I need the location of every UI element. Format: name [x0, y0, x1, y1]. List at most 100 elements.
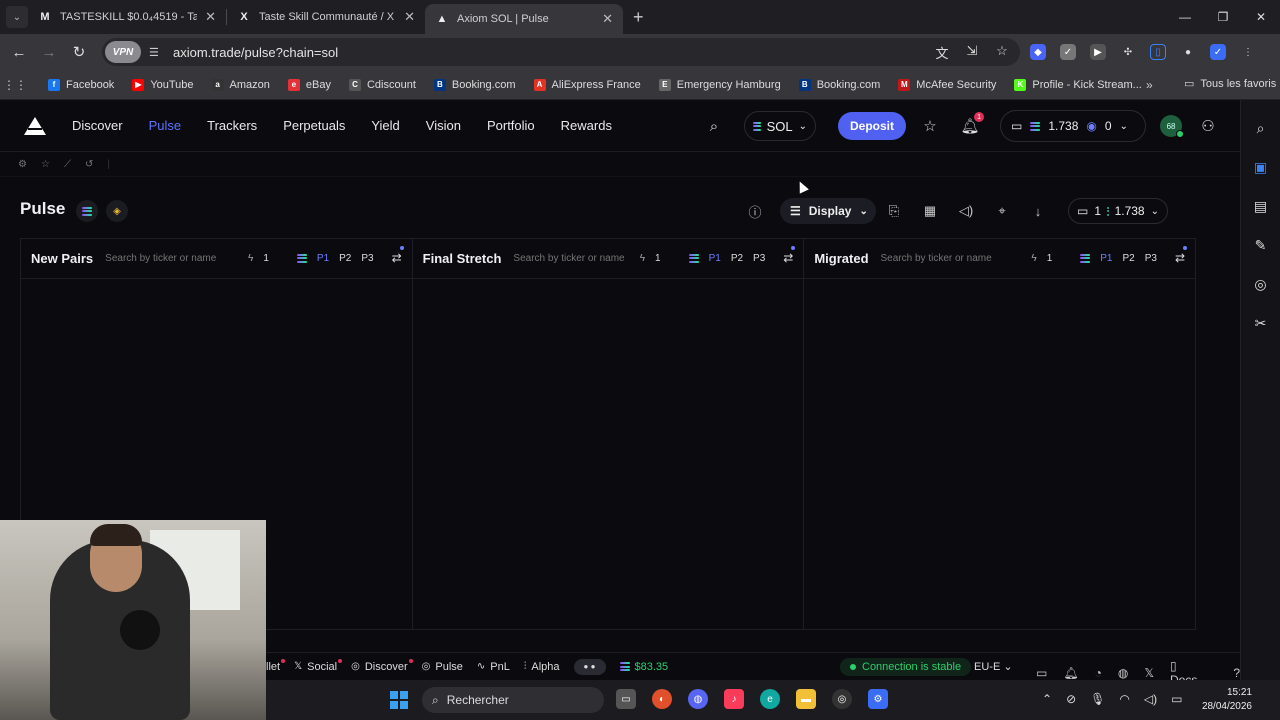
- bookmark-item[interactable]: A AliExpress France: [533, 78, 641, 91]
- all-bookmarks-button[interactable]: ▭ Tous les favoris: [1184, 77, 1276, 91]
- bookmark-item[interactable]: B Booking.com: [798, 78, 880, 91]
- outlook-icon[interactable]: ▤: [1254, 198, 1267, 215]
- apps-grid-icon[interactable]: ⋮⋮: [0, 78, 30, 92]
- solana-chain-chip[interactable]: [76, 200, 98, 222]
- deposit-button[interactable]: Deposit: [838, 112, 907, 140]
- brave-browser-icon[interactable]: ◐: [652, 689, 672, 709]
- browser-tab-3-active[interactable]: ▲ Axiom SOL | Pulse ✕: [425, 4, 623, 34]
- chat-icon[interactable]: ▣: [1254, 159, 1267, 176]
- display-button[interactable]: ☰ Display ⌄: [780, 198, 876, 224]
- palette-icon[interactable]: ◔: [1095, 666, 1102, 680]
- bell-icon[interactable]: 🔔︎: [1063, 666, 1078, 680]
- browser-tab-1[interactable]: M TASTESKILL $0.0₄4519 - Taste Sk ✕: [28, 0, 226, 34]
- url-text[interactable]: axiom.trade/pulse?chain=sol: [173, 45, 338, 60]
- bookmark-item[interactable]: M McAfee Security: [898, 78, 996, 91]
- nav-item-discover[interactable]: Discover: [72, 118, 123, 133]
- bnb-chain-chip[interactable]: ◈: [106, 200, 128, 222]
- quick-buy-amount[interactable]: 1: [1047, 253, 1053, 264]
- axiom-logo-icon[interactable]: [24, 116, 46, 135]
- quick-buy-amount[interactable]: 1: [263, 253, 269, 264]
- notes-icon[interactable]: ✎: [1255, 237, 1267, 254]
- games-icon[interactable]: ◎: [1254, 276, 1266, 293]
- profile-icon[interactable]: ●: [1180, 44, 1196, 60]
- download-icon[interactable]: ↓: [1020, 204, 1056, 219]
- battery-icon[interactable]: ▭: [1171, 692, 1182, 706]
- wifi-icon[interactable]: ◠: [1119, 692, 1129, 706]
- crosshair-settings-icon[interactable]: ⌖: [984, 203, 1020, 219]
- vpn-button[interactable]: VPN: [105, 41, 141, 63]
- taskbar-search[interactable]: ⌕ Rechercher: [422, 687, 604, 713]
- extension-icon[interactable]: ◆: [1030, 44, 1046, 60]
- quick-buy-amount[interactable]: 1: [655, 253, 661, 264]
- preset-p2-button[interactable]: P2: [1122, 253, 1134, 264]
- star-icon[interactable]: ☆: [916, 110, 944, 142]
- app-icon[interactable]: ◎: [832, 689, 852, 709]
- discord-app-icon[interactable]: ◍: [688, 689, 708, 709]
- search-panel-icon[interactable]: ⌕: [1257, 120, 1265, 137]
- preset-p1-button[interactable]: P1: [317, 253, 329, 264]
- filter-sliders-icon[interactable]: ⇄: [783, 251, 793, 265]
- nav-item-trackers[interactable]: Trackers: [207, 118, 257, 133]
- close-icon[interactable]: ✕: [602, 11, 613, 27]
- preset-p1-button[interactable]: P1: [709, 253, 721, 264]
- preset-p3-button[interactable]: P3: [753, 253, 765, 264]
- bookmark-item[interactable]: f Facebook: [48, 78, 114, 91]
- statusbar-link-social[interactable]: 𝕏 Social: [294, 658, 343, 673]
- statusbar-link-llet[interactable]: llet: [266, 658, 286, 673]
- edge-icon[interactable]: e: [760, 689, 780, 709]
- toggle-pill[interactable]: ● ●: [573, 658, 606, 675]
- layout-icon[interactable]: ▭: [1036, 666, 1047, 680]
- preset-p1-button[interactable]: P1: [1100, 253, 1112, 264]
- preset-p3-button[interactable]: P3: [1145, 253, 1157, 264]
- column-search-input[interactable]: [105, 247, 218, 270]
- close-icon[interactable]: ✕: [205, 9, 216, 25]
- statusbar-link-pnl[interactable]: ∿ PnL: [477, 661, 510, 673]
- wallet-selector[interactable]: ▭ 1.738 ◉ 0 ⌄: [1000, 110, 1147, 142]
- help-circle-icon[interactable]: ?: [1233, 666, 1240, 680]
- back-icon[interactable]: ←: [4, 37, 34, 67]
- statusbar-link-pulse[interactable]: ◎ Pulse: [422, 661, 463, 673]
- nav-item-vision[interactable]: Vision: [426, 118, 461, 133]
- discord-icon[interactable]: ◍: [1118, 666, 1128, 680]
- preset-p3-button[interactable]: P3: [361, 253, 373, 264]
- tab-search-icon[interactable]: ⌄: [6, 6, 28, 28]
- extension-icon[interactable]: ▶: [1090, 44, 1106, 60]
- preset-p2-button[interactable]: P2: [339, 253, 351, 264]
- system-clock[interactable]: 15:21 28/04/2026: [1192, 686, 1252, 714]
- restore-icon[interactable]: ❐: [1204, 0, 1242, 34]
- address-bar[interactable]: VPN ☰ axiom.trade/pulse?chain=sol 文 ⇲ ☆: [102, 38, 1020, 66]
- nav-item-perpetuals[interactable]: Perpetuals: [283, 118, 345, 133]
- filter-sliders-icon[interactable]: ⇄: [1175, 251, 1185, 265]
- forward-icon[interactable]: →: [34, 37, 64, 67]
- grid-icon[interactable]: ▦: [912, 203, 948, 219]
- sound-icon[interactable]: ◁): [948, 203, 984, 219]
- menu-kebab-icon[interactable]: ⋮: [1240, 44, 1256, 60]
- extension-icon[interactable]: ✓: [1060, 44, 1076, 60]
- bookmark-item[interactable]: C Cdiscount: [348, 78, 416, 91]
- network-off-icon[interactable]: ⊘: [1066, 692, 1076, 706]
- nav-item-yield[interactable]: Yield: [371, 118, 399, 133]
- nav-item-pulse[interactable]: Pulse: [149, 118, 182, 133]
- bookmark-item[interactable]: B Booking.com: [433, 78, 516, 91]
- chevron-up-icon[interactable]: ⌃: [1042, 692, 1052, 706]
- minimize-icon[interactable]: —: [1166, 0, 1204, 34]
- watchlist-star-icon[interactable]: ☆: [41, 159, 50, 170]
- user-settings-icon[interactable]: ⚇: [1194, 110, 1222, 142]
- tools-icon[interactable]: ✂: [1255, 315, 1267, 332]
- bookmark-item[interactable]: E Emergency Hamburg: [658, 78, 781, 91]
- bookmark-icon[interactable]: ⎘: [876, 203, 912, 219]
- settings-gear-icon[interactable]: ⚙: [868, 689, 888, 709]
- close-icon[interactable]: ✕: [404, 9, 415, 25]
- translate-icon[interactable]: 文: [934, 43, 950, 62]
- nav-item-portfolio[interactable]: Portfolio: [487, 118, 535, 133]
- new-tab-button[interactable]: +: [633, 7, 644, 28]
- column-search-input[interactable]: [880, 247, 993, 270]
- preset-p2-button[interactable]: P2: [731, 253, 743, 264]
- column-search-input[interactable]: [513, 247, 626, 270]
- avatar[interactable]: 68: [1160, 115, 1185, 138]
- windows-start-icon[interactable]: [390, 691, 408, 709]
- history-icon[interactable]: ↺: [85, 159, 93, 170]
- bookmarks-overflow-button[interactable]: »: [1146, 78, 1153, 92]
- x-icon[interactable]: 𝕏: [1144, 666, 1154, 680]
- volume-icon[interactable]: ◁): [1144, 692, 1157, 706]
